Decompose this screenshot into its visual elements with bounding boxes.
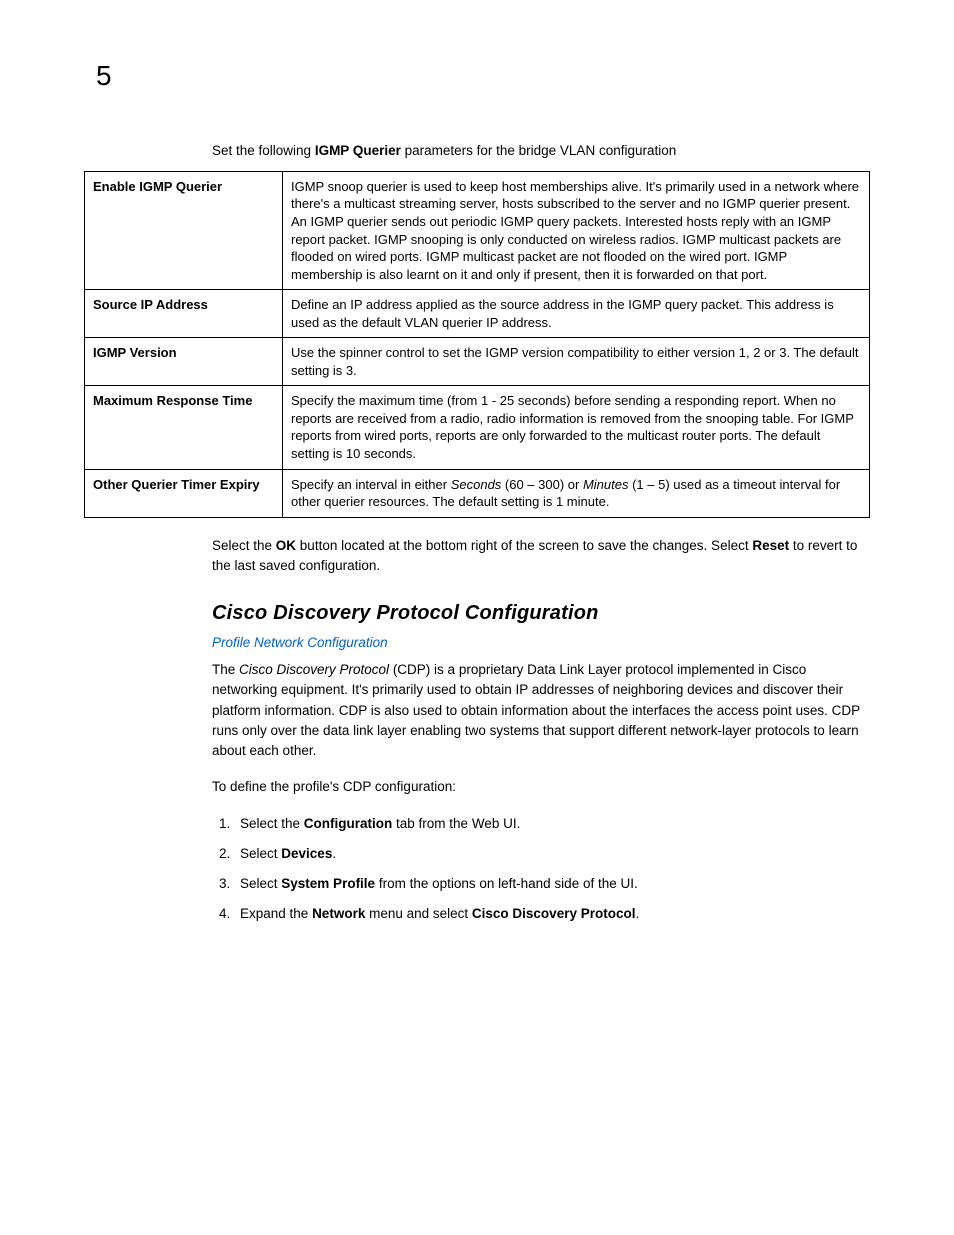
step-item: Expand the Network menu and select Cisco…: [234, 904, 870, 924]
row-desc: IGMP snoop querier is used to keep host …: [283, 171, 870, 289]
text: Select the: [240, 816, 304, 831]
row-label: IGMP Version: [85, 338, 283, 386]
text: Expand the: [240, 906, 312, 921]
text: menu and select: [365, 906, 472, 921]
steps-list: Select the Configuration tab from the We…: [212, 814, 870, 925]
row-desc: Specify an interval in either Seconds (6…: [283, 469, 870, 517]
text: tab from the Web UI.: [392, 816, 520, 831]
row-desc-text: Specify an interval in either: [291, 477, 451, 492]
table-row: Maximum Response Time Specify the maximu…: [85, 386, 870, 469]
define-line: To define the profile's CDP configuratio…: [212, 777, 870, 797]
step-bold: System Profile: [281, 876, 375, 891]
table-row: Enable IGMP Querier IGMP snoop querier i…: [85, 171, 870, 289]
text: Select the: [212, 538, 276, 553]
igmp-querier-table: Enable IGMP Querier IGMP snoop querier i…: [84, 171, 870, 518]
text: Select: [240, 876, 281, 891]
page: 5 Set the following IGMP Querier paramet…: [0, 0, 954, 1235]
text: from the options on left-hand side of th…: [375, 876, 638, 891]
intro-bold: IGMP Querier: [315, 143, 401, 158]
row-desc: Use the spinner control to set the IGMP …: [283, 338, 870, 386]
intro-line: Set the following IGMP Querier parameter…: [212, 142, 870, 161]
text: The: [212, 662, 239, 677]
row-label: Source IP Address: [85, 290, 283, 338]
section-heading: Cisco Discovery Protocol Configuration: [212, 602, 870, 625]
intro-prefix: Set the following: [212, 143, 315, 158]
table-row: Source IP Address Define an IP address a…: [85, 290, 870, 338]
step-bold: Cisco Discovery Protocol: [472, 906, 636, 921]
cdp-description: The Cisco Discovery Protocol (CDP) is a …: [212, 660, 870, 761]
row-desc-text: (60 – 300) or: [501, 477, 583, 492]
row-label: Enable IGMP Querier: [85, 171, 283, 289]
row-desc: Define an IP address applied as the sour…: [283, 290, 870, 338]
row-label: Maximum Response Time: [85, 386, 283, 469]
row-desc-italic: Seconds: [451, 477, 502, 492]
step-item: Select System Profile from the options o…: [234, 874, 870, 894]
ok-reset-paragraph: Select the OK button located at the bott…: [212, 536, 870, 577]
text: Select: [240, 846, 281, 861]
row-desc: Specify the maximum time (from 1 - 25 se…: [283, 386, 870, 469]
text: .: [332, 846, 336, 861]
table-row: IGMP Version Use the spinner control to …: [85, 338, 870, 386]
text: button located at the bottom right of th…: [296, 538, 752, 553]
step-item: Select the Configuration tab from the We…: [234, 814, 870, 834]
row-label: Other Querier Timer Expiry: [85, 469, 283, 517]
reset-label: Reset: [752, 538, 789, 553]
page-content: Set the following IGMP Querier parameter…: [212, 142, 870, 925]
table-row: Other Querier Timer Expiry Specify an in…: [85, 469, 870, 517]
intro-suffix: parameters for the bridge VLAN configura…: [401, 143, 676, 158]
step-bold: Network: [312, 906, 365, 921]
ok-label: OK: [276, 538, 296, 553]
step-item: Select Devices.: [234, 844, 870, 864]
profile-network-configuration-link[interactable]: Profile Network Configuration: [212, 635, 870, 650]
text: .: [635, 906, 639, 921]
row-desc-italic: Minutes: [583, 477, 629, 492]
step-bold: Devices: [281, 846, 332, 861]
cdp-term: Cisco Discovery Protocol: [239, 662, 389, 677]
step-bold: Configuration: [304, 816, 392, 831]
chapter-number: 5: [96, 60, 870, 92]
